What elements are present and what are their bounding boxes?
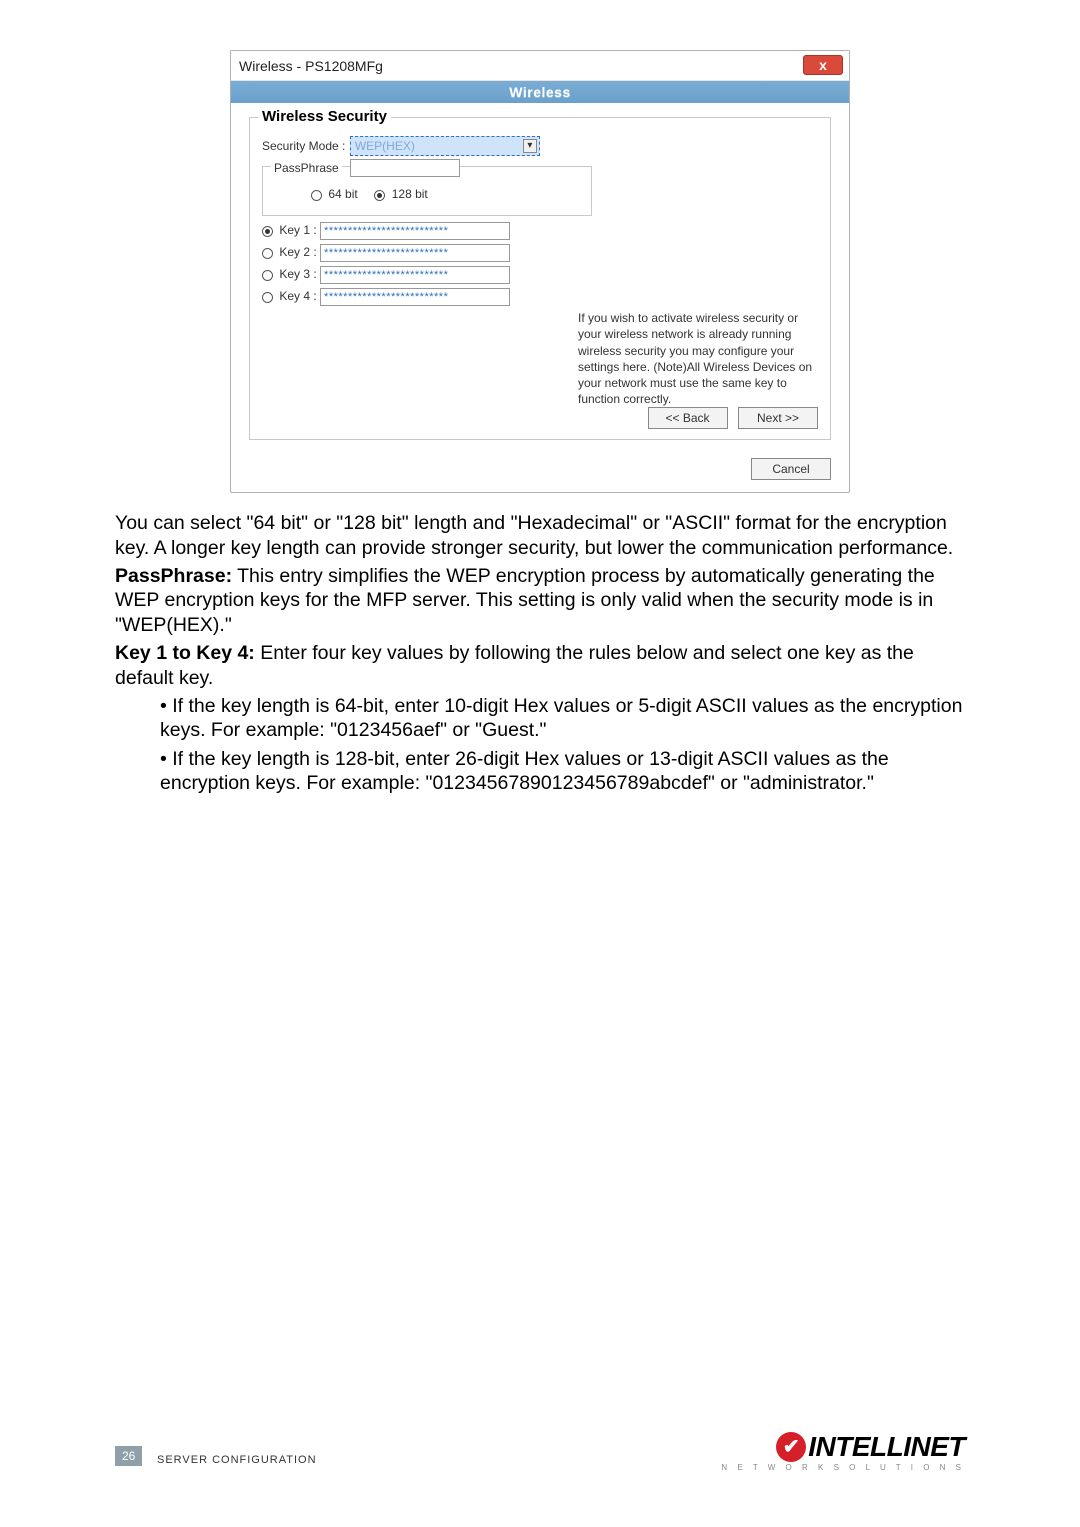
radio-key4[interactable] xyxy=(262,292,273,303)
radio-64bit-label: 64 bit xyxy=(328,187,357,201)
back-button[interactable]: << Back xyxy=(648,407,728,429)
cancel-button[interactable]: Cancel xyxy=(751,458,831,480)
chevron-down-icon[interactable]: ▾ xyxy=(523,139,537,153)
next-button[interactable]: Next >> xyxy=(738,407,818,429)
key4-label: Key 4 : xyxy=(279,289,316,303)
key2-input[interactable]: ************************** xyxy=(320,244,510,262)
paragraph: PassPhrase: This entry simplifies the WE… xyxy=(115,564,965,637)
page-footer: 26 SERVER CONFIGURATION ✔INTELLINET N E … xyxy=(115,1432,965,1472)
key1-input[interactable]: ************************** xyxy=(320,222,510,240)
passphrase-input[interactable] xyxy=(350,159,460,177)
brand-logo: ✔INTELLINET N E T W O R K S O L U T I O … xyxy=(721,1431,965,1472)
wireless-dialog: Wireless - PS1208MFg x Wireless Wireless… xyxy=(230,50,850,493)
key2-label: Key 2 : xyxy=(279,245,316,259)
security-mode-label: Security Mode : xyxy=(262,139,345,153)
wireless-security-fieldset: Wireless Security Security Mode : WEP(HE… xyxy=(249,117,831,440)
document-body: You can select "64 bit" or "128 bit" len… xyxy=(115,511,965,795)
window-title: Wireless - PS1208MFg xyxy=(239,58,383,74)
paragraph: Key 1 to Key 4: Enter four key values by… xyxy=(115,641,965,690)
bullet-item: • If the key length is 64-bit, enter 10-… xyxy=(115,694,965,743)
bullet-item: • If the key length is 128-bit, enter 26… xyxy=(115,747,965,796)
keys-term: Key 1 to Key 4: xyxy=(115,642,255,664)
titlebar: Wireless - PS1208MFg x xyxy=(231,51,849,81)
key3-input[interactable]: ************************** xyxy=(320,266,510,284)
security-mode-select[interactable]: WEP(HEX) ▾ xyxy=(350,136,540,156)
footer-section-label: SERVER CONFIGURATION xyxy=(157,1454,317,1466)
passphrase-group: PassPhrase 64 bit 128 bit xyxy=(262,166,592,216)
page-number: 26 xyxy=(115,1446,142,1466)
paragraph: You can select "64 bit" or "128 bit" len… xyxy=(115,511,965,560)
radio-128bit[interactable] xyxy=(374,190,385,201)
logo-text: INTELLINET xyxy=(808,1431,965,1463)
security-mode-value: WEP(HEX) xyxy=(355,139,415,153)
logo-subtitle: N E T W O R K S O L U T I O N S xyxy=(721,1463,965,1472)
close-button[interactable]: x xyxy=(803,55,843,75)
fieldset-legend: Wireless Security xyxy=(258,108,391,125)
passphrase-label: PassPhrase xyxy=(271,161,342,175)
radio-64bit[interactable] xyxy=(311,190,322,201)
key1-label: Key 1 : xyxy=(279,223,316,237)
passphrase-desc: This entry simplifies the WEP encryption… xyxy=(115,565,935,636)
radio-128bit-label: 128 bit xyxy=(392,187,428,201)
radio-key2[interactable] xyxy=(262,248,273,259)
checkmark-icon: ✔ xyxy=(776,1432,806,1462)
key4-input[interactable]: ************************** xyxy=(320,288,510,306)
radio-key3[interactable] xyxy=(262,270,273,281)
radio-key1[interactable] xyxy=(262,226,273,237)
passphrase-term: PassPhrase: xyxy=(115,565,232,587)
key3-label: Key 3 : xyxy=(279,267,316,281)
tab-wireless[interactable]: Wireless xyxy=(231,81,849,103)
help-text: If you wish to activate wireless securit… xyxy=(578,310,818,407)
